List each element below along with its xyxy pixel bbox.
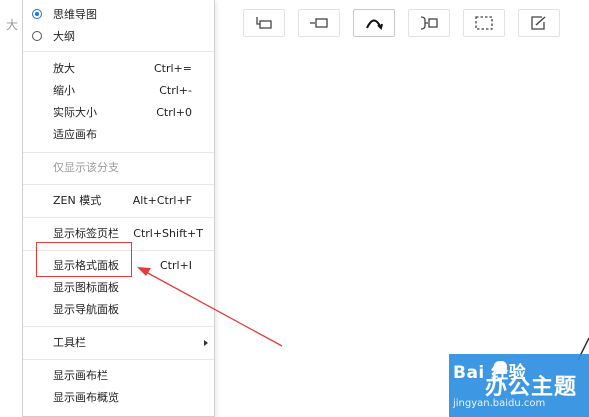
watermark-url: jingyan.baidu.com	[453, 398, 546, 409]
annotation-arrow-line	[145, 271, 283, 347]
watermark-title: 办公主题	[485, 375, 578, 400]
watermark: Bai 经验 办公主题 jingyan.baidu.com	[449, 354, 589, 417]
annotation-arrow-head	[137, 267, 151, 276]
